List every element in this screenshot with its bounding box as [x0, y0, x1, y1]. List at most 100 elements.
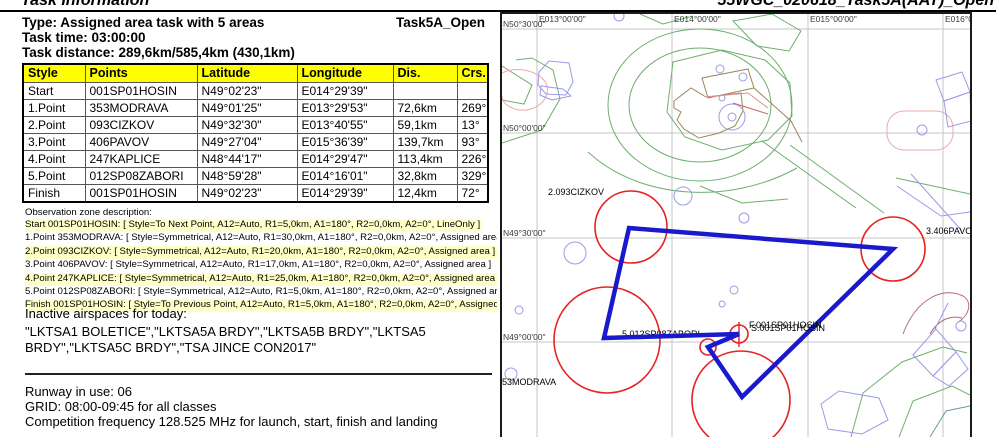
table-cell: 59,1km [393, 117, 457, 134]
table-cell: 093CIZKOV [85, 117, 197, 134]
table-cell: N49°02'23" [197, 185, 297, 203]
table-cell: 012SP08ZABORI [85, 168, 197, 185]
obs-line-point5: 5.Point 012SP08ZABORI: [ Style=Symmetric… [25, 286, 497, 299]
col-course: Crs. [457, 64, 488, 83]
table-row-point3: 3.Point 406PAVOV N49°27'04" E015°36'39" … [23, 134, 488, 151]
table-cell: Start [23, 83, 85, 100]
lat-label-49-00: N49°00'00" [503, 332, 546, 342]
waypoint-table: Style Points Latitude Longitude Dis. Crs… [22, 63, 489, 203]
lon-label-e016: E016°00'00" [945, 14, 970, 24]
inactive-airspace-heading: Inactive airspaces for today: [25, 306, 187, 321]
airspace-outline-pink [502, 70, 969, 334]
table-cell: 226° [457, 151, 488, 168]
table-cell: 13° [457, 117, 488, 134]
table-row-point4: 4.Point 247KAPLICE N48°44'17" E014°29'47… [23, 151, 488, 168]
task-map: 2.093CIZKOV 3.406PAVOV 5.012SP08ZABORI 5… [502, 14, 970, 437]
table-cell: 32,8km [393, 168, 457, 185]
obs-line-text: 5.Point 012SP08ZABORI: [ Style=Symmetric… [25, 286, 497, 299]
table-cell [393, 83, 457, 100]
table-cell: N49°01'25" [197, 100, 297, 117]
col-distance: Dis. [393, 64, 457, 83]
lon-label-e013: E013°00'00" [539, 14, 586, 24]
table-cell: E015°36'39" [297, 134, 393, 151]
table-cell: 5.Point [23, 168, 85, 185]
document-id: 55WGC_020618_Task5A(AAT)_Open [717, 0, 994, 10]
grid-time-note: GRID: 08:00-09:45 for all classes [25, 399, 216, 414]
table-cell: E013°29'53" [297, 100, 393, 117]
task-distance-label: Task distance: 289,6km/585,4km (430,1km) [22, 45, 485, 60]
table-cell: 72,6km [393, 100, 457, 117]
map-label-modrava: 53MODRAVA [502, 377, 556, 387]
table-cell: 3.Point [23, 134, 85, 151]
obs-line-point3: 3.Point 406PAVOV: [ Style=Symmetrical, A… [25, 259, 497, 272]
table-cell: N49°32'30" [197, 117, 297, 134]
table-cell: 113,4km [393, 151, 457, 168]
inactive-airspace-list: "LKTSA1 BOLETICE","LKTSA5A BRDY","LKTSA5… [25, 324, 495, 356]
lat-label-50-00: N50°00'00" [503, 123, 546, 133]
table-cell: 1.Point [23, 100, 85, 117]
obs-line-text: 4.Point 247KAPLICE: [ Style=Symmetrical,… [25, 273, 497, 286]
obs-line-point4: 4.Point 247KAPLICE: [ Style=Symmetrical,… [25, 273, 497, 286]
task-time-label: Task time: 03:00:00 [22, 30, 485, 45]
table-cell: 406PAVOV [85, 134, 197, 151]
page-title: Task Information [21, 0, 149, 10]
table-cell: 93° [457, 134, 488, 151]
obs-line-text: Start 001SP01HOSIN: [ Style=To Next Poin… [25, 219, 482, 232]
task-name: Task5A_Open [396, 15, 485, 30]
col-latitude: Latitude [197, 64, 297, 83]
table-cell: 2.Point [23, 117, 85, 134]
table-cell: N48°59'28" [197, 168, 297, 185]
airspace-outline-blue [505, 14, 970, 437]
col-longitude: Longitude [297, 64, 393, 83]
task-map-panel: 2.093CIZKOV 3.406PAVOV 5.012SP08ZABORI 5… [500, 12, 972, 437]
table-row-point5: 5.Point 012SP08ZABORI N48°59'28" E014°16… [23, 168, 488, 185]
obs-line-start: Start 001SP01HOSIN: [ Style=To Next Poin… [25, 219, 497, 232]
table-cell: 269° [457, 100, 488, 117]
table-cell: E014°29'39" [297, 185, 393, 203]
table-cell: 4.Point [23, 151, 85, 168]
table-cell: E014°29'39" [297, 83, 393, 100]
col-style: Style [23, 64, 85, 83]
table-cell: N48°44'17" [197, 151, 297, 168]
obs-line-point1: 1.Point 353MODRAVA: [ Style=Symmetrical,… [25, 232, 497, 245]
task-type-label: Type: Assigned area task with 5 areas [22, 15, 264, 30]
table-cell: 001SP01HOSIN [85, 83, 197, 100]
table-cell: N49°02'23" [197, 83, 297, 100]
runway-note: Runway in use: 06 [25, 384, 132, 399]
lon-label-e015: E015°00'00" [810, 14, 857, 24]
table-row-finish: Finish 001SP01HOSIN N49°02'23" E014°29'3… [23, 185, 488, 203]
map-label-hosin-start: S.001SP01HOSIN [751, 323, 825, 333]
obs-line-text: 1.Point 353MODRAVA: [ Style=Symmetrical,… [25, 232, 497, 245]
task-information-sheet: Task Information 55WGC_020618_Task5A(AAT… [0, 0, 996, 437]
observation-zone-list: Start 001SP01HOSIN: [ Style=To Next Poin… [25, 219, 497, 313]
obs-line-point2: 2.Point 093CIZKOV: [ Style=Symmetrical, … [25, 246, 497, 259]
footer-divider [25, 373, 492, 375]
table-cell: 12,4km [393, 185, 457, 203]
map-label-cizkov: 2.093CIZKOV [548, 187, 604, 197]
table-header-row: Style Points Latitude Longitude Dis. Crs… [23, 64, 488, 83]
table-cell: Finish [23, 185, 85, 203]
table-row-point1: 1.Point 353MODRAVA N49°01'25" E013°29'53… [23, 100, 488, 117]
table-row-start: Start 001SP01HOSIN N49°02'23" E014°29'39… [23, 83, 488, 100]
table-cell [457, 83, 488, 100]
task-line [604, 228, 893, 397]
obs-line-text: 3.Point 406PAVOV: [ Style=Symmetrical, A… [25, 259, 493, 272]
lat-label-49-30: N49°30'00" [503, 228, 546, 238]
table-cell: E014°29'47" [297, 151, 393, 168]
table-cell: 329° [457, 168, 488, 185]
table-cell: 139,7km [393, 134, 457, 151]
table-row-point2: 2.Point 093CIZKOV N49°32'30" E013°40'55"… [23, 117, 488, 134]
table-cell: 001SP01HOSIN [85, 185, 197, 203]
obs-line-text: 2.Point 093CIZKOV: [ Style=Symmetrical, … [25, 246, 497, 259]
table-cell: 72° [457, 185, 488, 203]
lon-label-e014: E014°00'00" [674, 14, 721, 24]
table-cell: N49°27'04" [197, 134, 297, 151]
table-cell: E013°40'55" [297, 117, 393, 134]
frequency-note: Competition frequency 128.525 MHz for la… [25, 414, 438, 429]
table-cell: 247KAPLICE [85, 151, 197, 168]
observation-zone-heading: Observation zone description: [25, 207, 152, 218]
map-label-pavov: 3.406PAVOV [926, 226, 970, 236]
col-points: Points [85, 64, 197, 83]
table-cell: E014°16'01" [297, 168, 393, 185]
task-type-row: Type: Assigned area task with 5 areas Ta… [22, 15, 485, 30]
